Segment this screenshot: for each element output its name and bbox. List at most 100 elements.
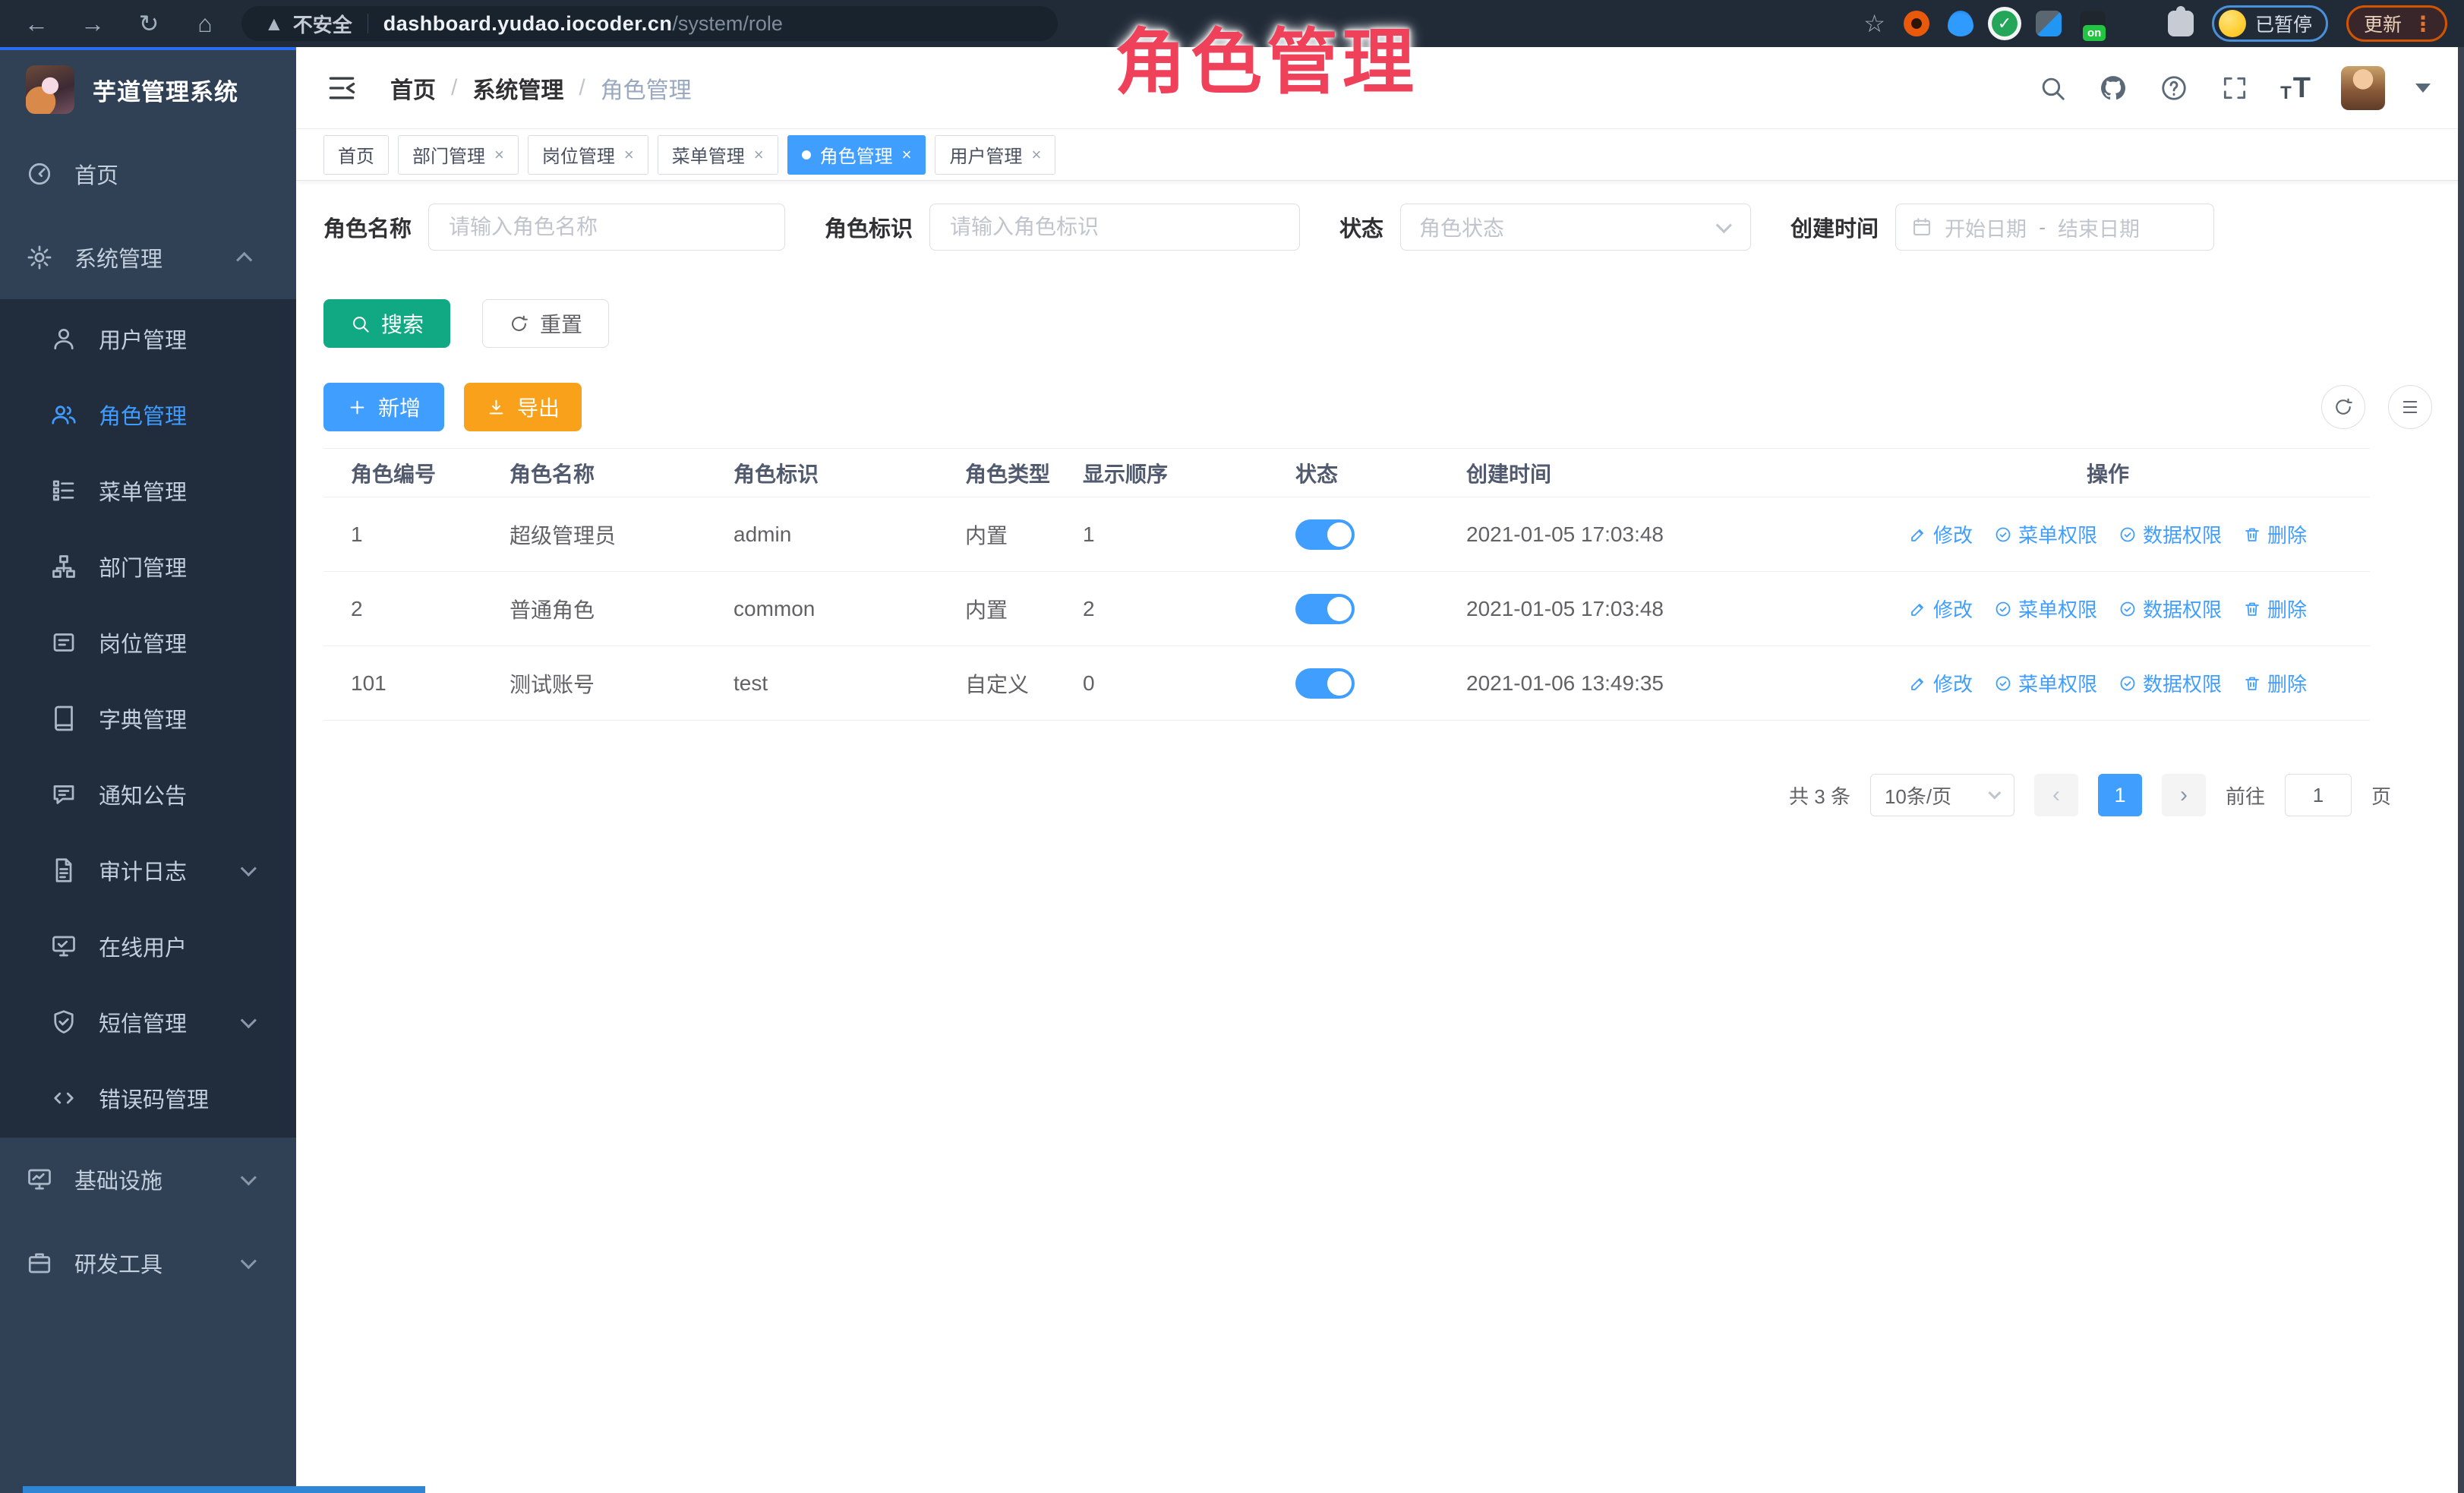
prev-page-button[interactable]: ‹ [2034, 774, 2078, 816]
sidebar-item-notices[interactable]: 通知公告 [0, 756, 296, 832]
tab-departments[interactable]: 部门管理 × [398, 135, 519, 175]
extension-icon[interactable] [2124, 11, 2150, 36]
role-name-input[interactable] [428, 204, 785, 251]
menu-permission-link[interactable]: 菜单权限 [1994, 595, 2097, 623]
tab-roles[interactable]: 角色管理 × [787, 135, 926, 175]
help-icon[interactable] [2159, 73, 2189, 103]
sidebar-item-system[interactable]: 系统管理 [0, 216, 296, 299]
breadcrumb-home[interactable]: 首页 [390, 71, 436, 105]
extension-icon[interactable]: ✓ [1992, 11, 2018, 36]
reload-icon[interactable]: ↻ [132, 7, 166, 40]
chevron-down-icon [241, 860, 257, 876]
column-settings-button[interactable] [2388, 385, 2432, 429]
menu-permission-link[interactable]: 菜单权限 [1994, 520, 2097, 548]
sidebar-item-audit-log[interactable]: 审计日志 [0, 832, 296, 908]
browser-menu-icon[interactable]: ⋮ [2412, 11, 2434, 36]
current-page-button[interactable]: 1 [2098, 774, 2142, 816]
cell-role-id: 101 [323, 646, 510, 721]
github-icon[interactable] [2098, 73, 2128, 103]
forward-icon[interactable]: → [76, 7, 109, 40]
table-settings [2321, 385, 2432, 429]
tab-menus[interactable]: 菜单管理 × [658, 135, 778, 175]
tab-home[interactable]: 首页 [323, 135, 389, 175]
home-icon[interactable]: ⌂ [188, 7, 222, 40]
sidebar-item-label: 菜单管理 [99, 475, 187, 507]
status-select[interactable]: 角色状态 [1400, 204, 1751, 251]
close-icon[interactable]: × [1031, 147, 1041, 163]
sidebar-item-users[interactable]: 用户管理 [0, 301, 296, 377]
goto-unit-label: 页 [2371, 781, 2391, 810]
fullscreen-icon[interactable] [2219, 73, 2250, 103]
sidebar-item-label: 短信管理 [99, 1006, 187, 1038]
close-icon[interactable]: × [624, 147, 634, 163]
bookmark-star-icon[interactable]: ☆ [1863, 9, 1885, 38]
font-size-icon[interactable]: TT [2280, 74, 2311, 103]
role-code-input[interactable] [929, 204, 1300, 251]
avatar-dropdown-caret-icon[interactable] [2415, 84, 2431, 93]
browser-update-button[interactable]: 更新 ⋮ [2346, 5, 2447, 42]
sidebar-item-label: 研发工具 [74, 1247, 162, 1279]
export-button[interactable]: 导出 [464, 383, 582, 431]
goto-page-input[interactable] [2285, 774, 2352, 816]
refresh-table-button[interactable] [2321, 385, 2365, 429]
collapse-sidebar-icon[interactable] [325, 71, 358, 105]
profile-paused-label: 已暂停 [2255, 10, 2312, 37]
close-icon[interactable]: × [754, 147, 764, 163]
menu-permission-link[interactable]: 菜单权限 [1994, 669, 2097, 697]
sidebar-item-online-users[interactable]: 在线用户 [0, 908, 296, 984]
sidebar-item-roles[interactable]: 角色管理 [0, 377, 296, 453]
data-permission-link[interactable]: 数据权限 [2119, 595, 2222, 623]
add-button[interactable]: 新增 [323, 383, 444, 431]
extension-icon[interactable] [2036, 11, 2062, 36]
search-button[interactable]: 搜索 [323, 299, 450, 348]
edit-link[interactable]: 修改 [1909, 595, 1973, 623]
sidebar-item-dev-tools[interactable]: 研发工具 [0, 1221, 296, 1305]
sidebar-logo-row[interactable]: 芋道管理系统 [0, 47, 296, 132]
page-size-select[interactable]: 10条/页 [1870, 774, 2014, 816]
date-range-picker[interactable]: 开始日期 - 结束日期 [1895, 204, 2214, 251]
tab-posts[interactable]: 岗位管理 × [528, 135, 648, 175]
cell-role-name: 普通角色 [510, 572, 734, 646]
next-page-button[interactable]: › [2162, 774, 2206, 816]
data-permission-link[interactable]: 数据权限 [2119, 520, 2222, 548]
breadcrumb-section[interactable]: 系统管理 [472, 71, 563, 105]
date-start-placeholder[interactable]: 开始日期 [1945, 213, 2027, 242]
address-bar[interactable]: ▲ 不安全 dashboard.yudao.iocoder.cn /system… [241, 6, 1058, 41]
date-end-placeholder[interactable]: 结束日期 [2058, 213, 2140, 242]
edit-link[interactable]: 修改 [1909, 669, 1973, 697]
delete-link[interactable]: 删除 [2243, 595, 2307, 623]
status-toggle-on[interactable] [1295, 668, 1355, 699]
sidebar-item-departments[interactable]: 部门管理 [0, 529, 296, 604]
sidebar-item-sms[interactable]: 短信管理 [0, 984, 296, 1060]
search-icon[interactable] [2037, 73, 2068, 103]
tab-label: 角色管理 [820, 141, 893, 168]
sidebar-item-home[interactable]: 首页 [0, 132, 296, 216]
reset-button[interactable]: 重置 [482, 299, 609, 348]
row-actions: 修改 菜单权限 数据权限 删除 [1846, 669, 2370, 697]
back-icon[interactable]: ← [20, 7, 53, 40]
extension-icon[interactable] [2080, 11, 2106, 36]
close-icon[interactable]: × [494, 147, 504, 163]
status-toggle-on[interactable] [1295, 519, 1355, 550]
avatar[interactable] [2341, 66, 2385, 110]
cell-role-id: 1 [323, 497, 510, 572]
cell-role-id: 2 [323, 572, 510, 646]
extension-icon[interactable] [1904, 11, 1929, 36]
data-permission-link[interactable]: 数据权限 [2119, 669, 2222, 697]
sidebar-item-error-codes[interactable]: 错误码管理 [0, 1060, 296, 1136]
extension-icon[interactable] [1948, 11, 1973, 36]
delete-link[interactable]: 删除 [2243, 669, 2307, 697]
refresh-icon [509, 314, 529, 334]
browser-profile-paused[interactable]: 已暂停 [2212, 5, 2328, 42]
delete-link[interactable]: 删除 [2243, 520, 2307, 548]
sidebar-item-posts[interactable]: 岗位管理 [0, 604, 296, 680]
status-toggle-on[interactable] [1295, 594, 1355, 624]
close-icon[interactable]: × [902, 147, 912, 163]
cell-created-time: 2021-01-06 13:49:35 [1466, 646, 1846, 721]
edit-link[interactable]: 修改 [1909, 520, 1973, 548]
tab-users[interactable]: 用户管理 × [935, 135, 1055, 175]
sidebar-item-menus[interactable]: 菜单管理 [0, 453, 296, 529]
sidebar-item-infrastructure[interactable]: 基础设施 [0, 1138, 296, 1221]
sidebar-item-dictionary[interactable]: 字典管理 [0, 680, 296, 756]
extensions-puzzle-icon[interactable] [2168, 11, 2194, 36]
